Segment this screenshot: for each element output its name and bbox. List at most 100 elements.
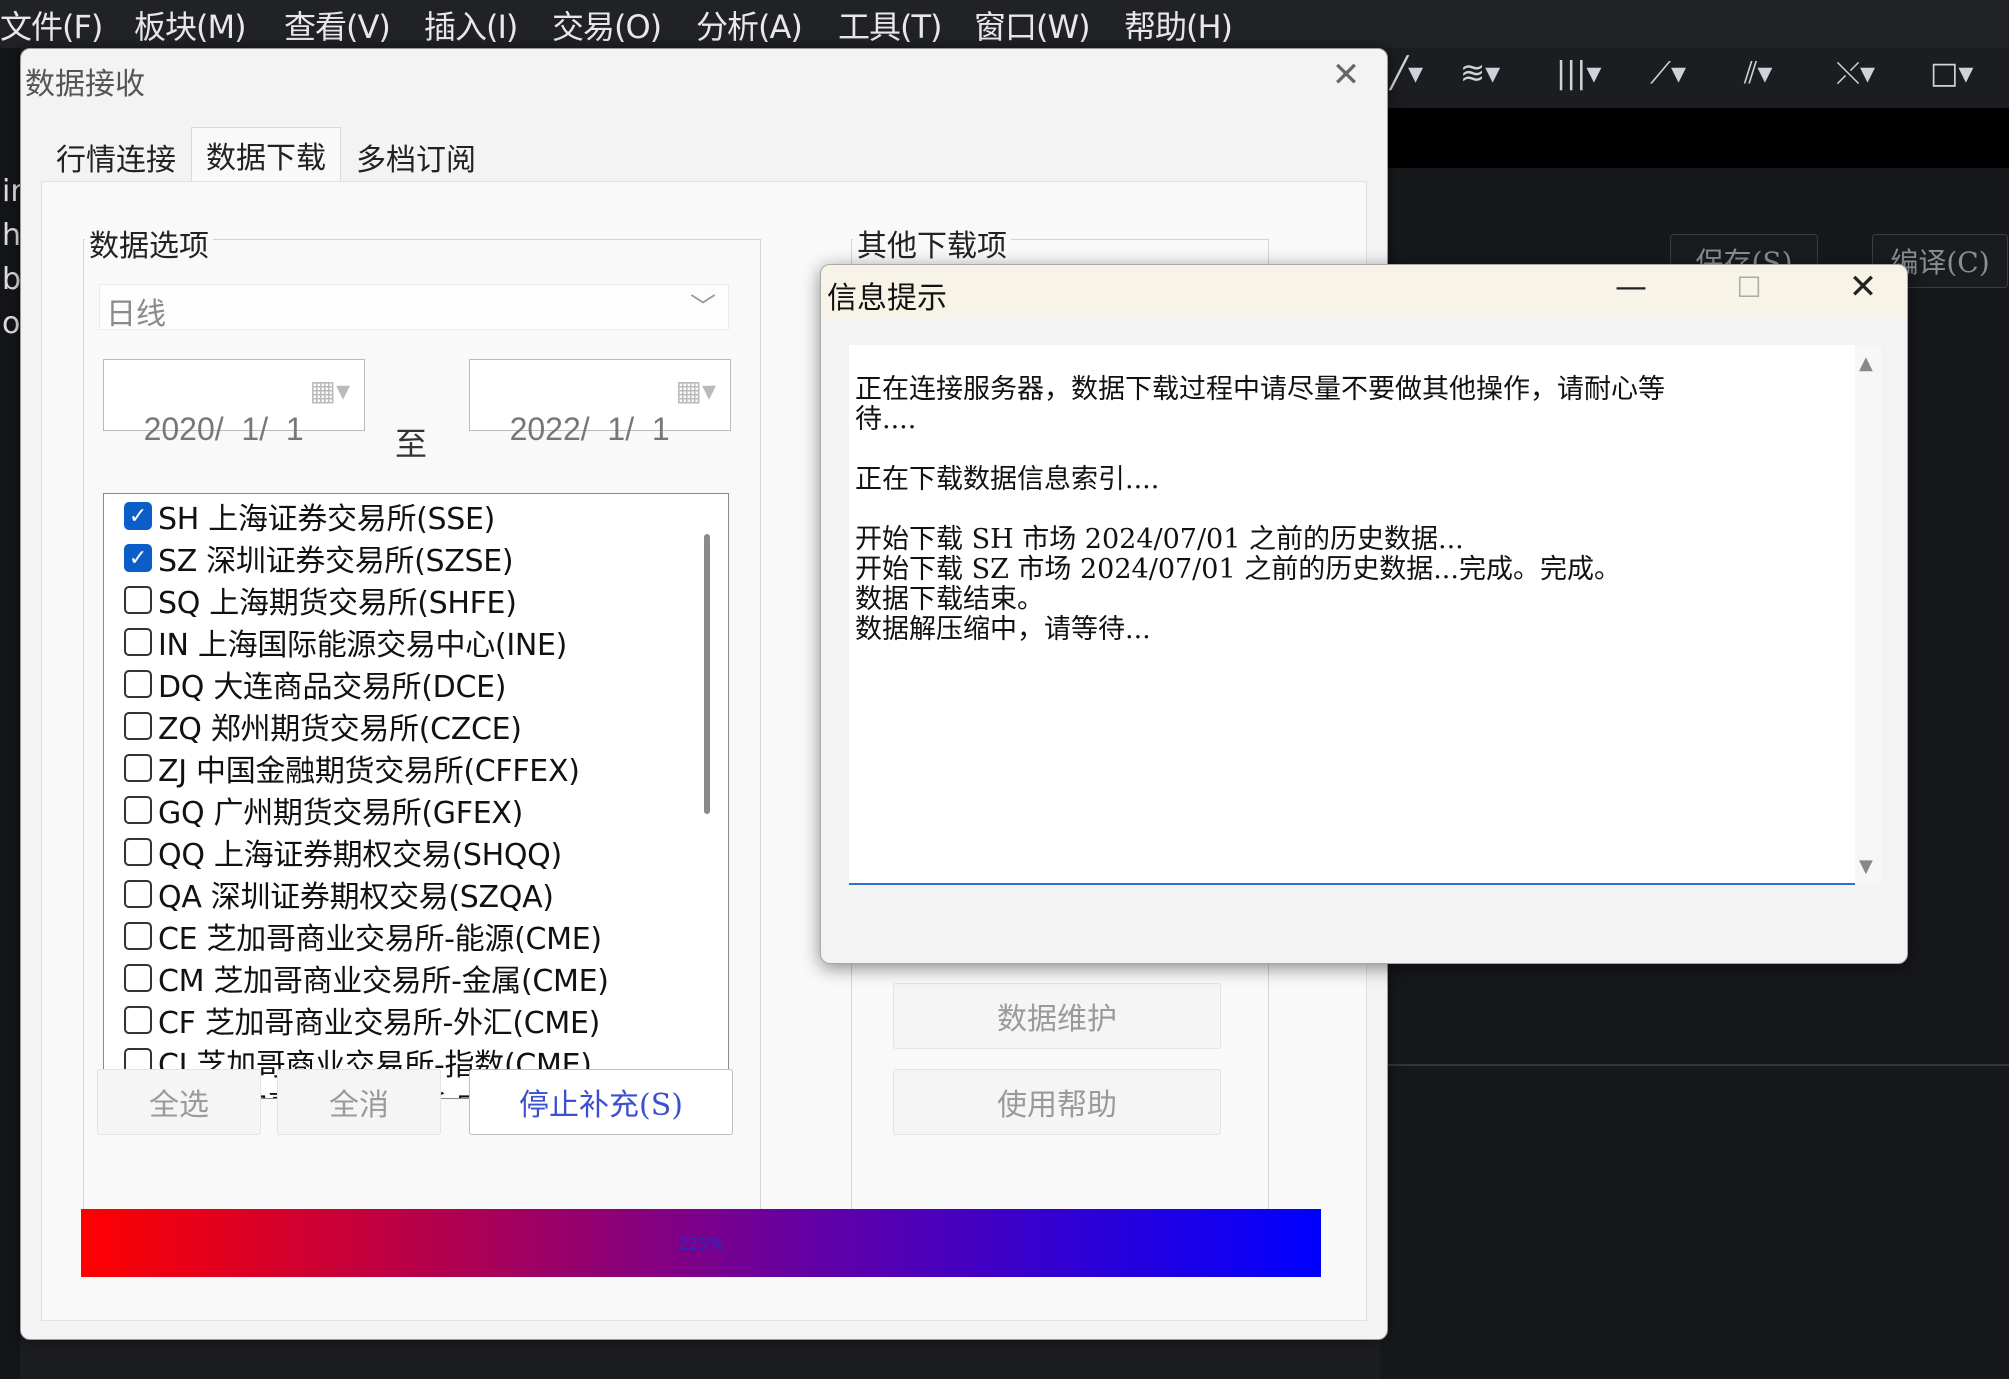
menu-item[interactable]: 插入(I) bbox=[424, 2, 537, 48]
menu-item[interactable]: 交易(O) bbox=[552, 2, 681, 48]
chart-header-bar bbox=[1380, 108, 2009, 168]
cross-tool-icon[interactable]: ⤬▾ bbox=[1836, 56, 1875, 91]
market-list-item[interactable]: CF 芝加哥商业交易所-外汇(CME) bbox=[124, 999, 600, 1041]
date-to-field[interactable]: 2022/ 1/ 1 ▦▾ bbox=[469, 359, 731, 447]
calendar-icon[interactable]: ▦▾ bbox=[309, 374, 350, 407]
checkbox[interactable] bbox=[124, 670, 152, 698]
bars-tool-icon[interactable]: |||▾ bbox=[1556, 56, 1601, 91]
minimize-icon[interactable]: — bbox=[1601, 267, 1661, 305]
market-label: ZJ 中国金融期货交易所(CFFEX) bbox=[158, 754, 580, 789]
data-options-title: 数据选项 bbox=[85, 221, 213, 265]
menu-item[interactable]: 分析(A) bbox=[696, 2, 822, 48]
market-label: QQ 上海证券期权交易(SHQQ) bbox=[158, 838, 562, 873]
info-message-line: 正在连接服务器，数据下载过程中请尽量不要做其他操作，请耐心等 bbox=[855, 374, 1665, 405]
edge-text: o bbox=[2, 306, 21, 341]
market-label: SH 上海证券交易所(SSE) bbox=[158, 502, 496, 537]
list-scrollbar-thumb[interactable] bbox=[704, 534, 710, 814]
info-message-line bbox=[855, 435, 1875, 465]
info-message-line: 开始下载 SH 市场 2024/07/01 之前的历史数据... bbox=[855, 524, 1464, 555]
rect-tool-icon[interactable]: □▾ bbox=[1930, 56, 1973, 91]
menu-item[interactable]: 工具(T) bbox=[838, 2, 962, 48]
chevron-down-icon: ﹀ bbox=[689, 293, 716, 323]
market-list-item[interactable]: CE 芝加哥商业交易所-能源(CME) bbox=[124, 915, 602, 957]
market-list-item[interactable]: ZQ 郑州期货交易所(CZCE) bbox=[124, 705, 522, 747]
close-icon[interactable]: ✕ bbox=[1833, 267, 1893, 307]
market-list-item[interactable]: ✓ SZ 深圳证券交易所(SZSE) bbox=[124, 537, 514, 579]
checkbox[interactable]: ✓ bbox=[124, 544, 152, 572]
checkbox[interactable] bbox=[124, 796, 152, 824]
tab-market-connection[interactable]: 行情连接 bbox=[41, 133, 191, 181]
info-message-line: 数据解压缩中，请等待... bbox=[855, 614, 1151, 645]
market-list-item[interactable]: SQ 上海期货交易所(SHFE) bbox=[124, 579, 517, 621]
gann-tool-icon[interactable]: ⫽▾ bbox=[1744, 56, 1772, 91]
market-list-item[interactable]: GQ 广州期货交易所(GFEX) bbox=[124, 789, 523, 831]
tab-multi-level-subscription[interactable]: 多档订阅 bbox=[341, 133, 491, 181]
percent-tool-icon[interactable]: ≋▾ bbox=[1460, 56, 1500, 91]
market-label: CF 芝加哥商业交易所-外汇(CME) bbox=[158, 1006, 601, 1041]
period-value: 日线 bbox=[106, 297, 166, 332]
checkbox[interactable] bbox=[124, 838, 152, 866]
date-to-value: 2022/ 1/ 1 bbox=[509, 411, 670, 447]
market-list-item[interactable]: DQ 大连商品交易所(DCE) bbox=[124, 663, 506, 705]
calendar-icon[interactable]: ▦▾ bbox=[675, 374, 716, 407]
checkbox[interactable] bbox=[124, 628, 152, 656]
checkbox[interactable] bbox=[124, 922, 152, 950]
market-list-item[interactable]: ZJ 中国金融期货交易所(CFFEX) bbox=[124, 747, 580, 789]
progress-text: 225% bbox=[678, 1233, 724, 1253]
checkbox[interactable] bbox=[124, 754, 152, 782]
checkbox[interactable]: ✓ bbox=[124, 502, 152, 530]
help-button[interactable]: 使用帮助 bbox=[893, 1069, 1221, 1135]
date-to-label: 至 bbox=[395, 425, 428, 463]
maximize-icon[interactable]: ☐ bbox=[1719, 271, 1779, 304]
divider bbox=[1380, 1064, 2009, 1066]
market-label: GQ 广州期货交易所(GFEX) bbox=[158, 796, 524, 831]
info-message-line bbox=[855, 495, 1875, 525]
other-downloads-title: 其他下载项 bbox=[853, 221, 1011, 265]
tab-data-download[interactable]: 数据下载 bbox=[191, 127, 341, 181]
data-maintenance-button[interactable]: 数据维护 bbox=[893, 983, 1221, 1049]
checkbox[interactable] bbox=[124, 964, 152, 992]
market-list-item[interactable]: CM 芝加哥商业交易所-金属(CME) bbox=[124, 957, 609, 999]
scroll-down-icon[interactable]: ▼ bbox=[1859, 856, 1873, 877]
market-label: QA 深圳证券期权交易(SZQA) bbox=[158, 880, 554, 915]
info-dialog-title: 信息提示 bbox=[827, 281, 947, 316]
market-list-item[interactable]: QQ 上海证券期权交易(SHQQ) bbox=[124, 831, 562, 873]
market-label: IN 上海国际能源交易中心(INE) bbox=[158, 628, 568, 663]
menu-item[interactable]: 板块(M) bbox=[134, 2, 266, 48]
checkbox[interactable] bbox=[124, 586, 152, 614]
market-label: CM 芝加哥商业交易所-金属(CME) bbox=[158, 964, 609, 999]
checkbox[interactable] bbox=[124, 712, 152, 740]
checkbox[interactable] bbox=[124, 880, 152, 908]
download-progress-bar: 225% bbox=[81, 1209, 1321, 1277]
info-message-area[interactable]: 正在连接服务器，数据下载过程中请尽量不要做其他操作，请耐心等 待.... 正在下载… bbox=[849, 345, 1881, 885]
checkbox[interactable] bbox=[124, 1006, 152, 1034]
menu-item[interactable]: 文件(F) bbox=[0, 2, 122, 48]
deselect-all-button[interactable]: 全消 bbox=[277, 1069, 441, 1135]
main-menu-bar: 文件(F) 板块(M) 查看(V) 插入(I) 交易(O) 分析(A) 工具(T) 窗口(W)… bbox=[0, 0, 2009, 48]
info-dialog: 信息提示 — ☐ ✕ 正在连接服务器，数据下载过程中请尽量不要做其他操作，请耐心… bbox=[820, 264, 1908, 964]
menu-item[interactable]: 窗口(W) bbox=[974, 2, 1110, 48]
market-label: CE 芝加哥商业交易所-能源(CME) bbox=[158, 922, 602, 957]
market-list-item[interactable]: QA 深圳证券期权交易(SZQA) bbox=[124, 873, 554, 915]
date-from-field[interactable]: 2020/ 1/ 1 ▦▾ bbox=[103, 359, 365, 447]
date-from-value: 2020/ 1/ 1 bbox=[143, 411, 304, 447]
market-list-item[interactable]: ✓ SH 上海证券交易所(SSE) bbox=[124, 495, 495, 537]
edge-text: h bbox=[2, 218, 22, 253]
edge-text: b bbox=[2, 262, 22, 297]
market-list-item[interactable]: IN 上海国际能源交易中心(INE) bbox=[124, 621, 567, 663]
stop-supplement-button[interactable]: 停止补充(S) bbox=[469, 1069, 733, 1135]
tab-bar: 行情连接 数据下载 多档订阅 bbox=[41, 127, 491, 181]
left-edge-panel: ir h b o bbox=[0, 48, 23, 1379]
fan-tool-icon[interactable]: ⟋▾ bbox=[1650, 56, 1686, 91]
info-message-line: 数据下载结束。 bbox=[855, 584, 1044, 615]
line-tool-icon[interactable]: ╱▾ bbox=[1390, 56, 1423, 91]
select-all-button[interactable]: 全选 bbox=[97, 1069, 261, 1135]
close-icon[interactable]: ✕ bbox=[1326, 55, 1366, 95]
info-scrollbar[interactable]: ▲ ▼ bbox=[1855, 345, 1881, 885]
market-label: SZ 深圳证券交易所(SZSE) bbox=[158, 544, 514, 579]
market-list[interactable]: ✓ SH 上海证券交易所(SSE) ✓ SZ 深圳证券交易所(SZSE) SQ 上海期货… bbox=[103, 493, 729, 1099]
menu-item[interactable]: 帮助(H) bbox=[1124, 2, 1252, 48]
scroll-up-icon[interactable]: ▲ bbox=[1859, 353, 1873, 374]
menu-item[interactable]: 查看(V) bbox=[284, 2, 410, 48]
period-select[interactable]: 日线 ﹀ bbox=[99, 284, 729, 332]
